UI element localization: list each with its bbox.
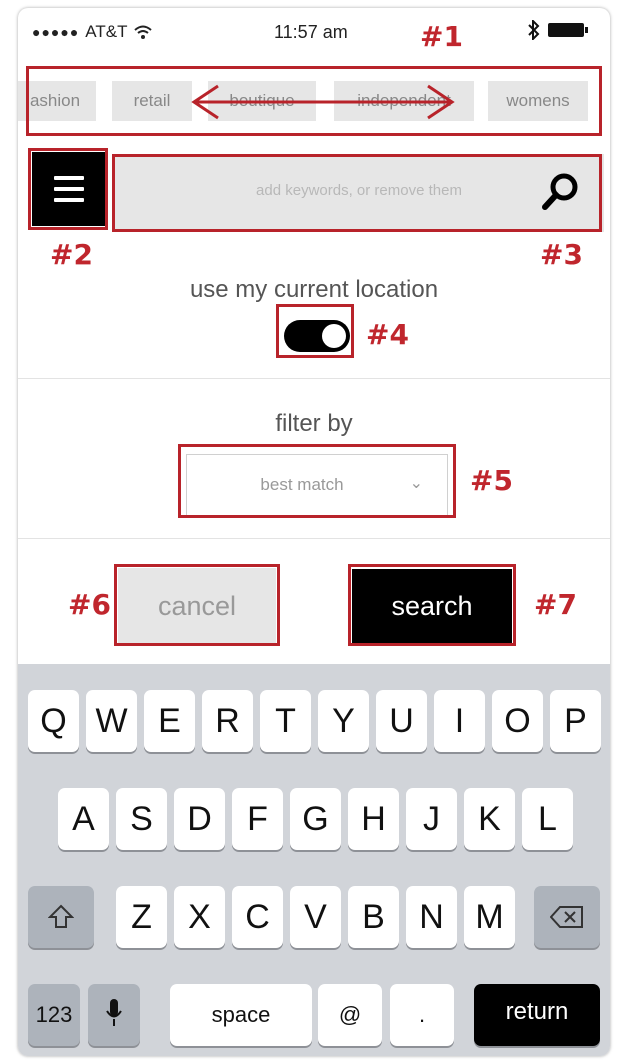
at-key[interactable]: @ bbox=[318, 984, 382, 1046]
signal-strength-icon: ●●●●● bbox=[32, 24, 80, 40]
annotation-label-4: #4 bbox=[366, 318, 409, 351]
status-bar: ●●●●● AT&T 11:57 am bbox=[18, 8, 610, 56]
numbers-key[interactable]: 123 bbox=[28, 984, 80, 1046]
key-q[interactable]: Q bbox=[28, 690, 79, 752]
key-z[interactable]: Z bbox=[116, 886, 167, 948]
key-e[interactable]: E bbox=[144, 690, 195, 752]
annotation-label-7: #7 bbox=[534, 588, 577, 621]
filter-label: filter by bbox=[275, 410, 353, 437]
key-r[interactable]: R bbox=[202, 690, 253, 752]
key-u[interactable]: U bbox=[376, 690, 427, 752]
key-d[interactable]: D bbox=[174, 788, 225, 850]
annotation-label-1: #1 bbox=[420, 20, 463, 53]
dictation-key[interactable] bbox=[88, 984, 140, 1046]
carrier-label: AT&T bbox=[85, 22, 128, 41]
key-v[interactable]: V bbox=[290, 886, 341, 948]
wifi-icon bbox=[134, 25, 153, 39]
key-h[interactable]: H bbox=[348, 788, 399, 850]
shift-key[interactable] bbox=[28, 886, 94, 948]
space-key[interactable]: space bbox=[170, 984, 312, 1046]
status-time: 11:57 am bbox=[274, 22, 348, 42]
key-t[interactable]: T bbox=[260, 690, 311, 752]
annotation-box-7 bbox=[348, 564, 516, 646]
backspace-key[interactable] bbox=[534, 886, 600, 948]
status-left: ●●●●● AT&T bbox=[32, 22, 153, 42]
key-m[interactable]: M bbox=[464, 886, 515, 948]
key-f[interactable]: F bbox=[232, 788, 283, 850]
key-l[interactable]: L bbox=[522, 788, 573, 850]
annotation-box-2 bbox=[28, 148, 108, 230]
key-p[interactable]: P bbox=[550, 690, 601, 752]
key-c[interactable]: C bbox=[232, 886, 283, 948]
key-y[interactable]: Y bbox=[318, 690, 369, 752]
key-a[interactable]: A bbox=[58, 788, 109, 850]
key-s[interactable]: S bbox=[116, 788, 167, 850]
key-n[interactable]: N bbox=[406, 886, 457, 948]
mic-icon bbox=[106, 999, 122, 1026]
annotation-box-1 bbox=[26, 66, 602, 136]
phone-screen: ●●●●● AT&T 11:57 am #1 ashion retail bou… bbox=[18, 8, 610, 1056]
annotation-label-5: #5 bbox=[470, 464, 513, 497]
key-o[interactable]: O bbox=[492, 690, 543, 752]
annotation-label-6: #6 bbox=[68, 588, 111, 621]
divider bbox=[18, 538, 610, 539]
key-w[interactable]: W bbox=[86, 690, 137, 752]
annotation-label-3: #3 bbox=[540, 238, 583, 271]
battery-icon bbox=[548, 23, 588, 37]
annotation-box-4 bbox=[276, 304, 354, 358]
key-g[interactable]: G bbox=[290, 788, 341, 850]
status-right bbox=[528, 20, 588, 40]
annotation-box-3 bbox=[112, 154, 602, 232]
backspace-icon bbox=[549, 906, 583, 928]
onscreen-keyboard: Q W E R T Y U I O P A S D F G H J K L Z … bbox=[18, 664, 610, 1056]
annotation-label-2: #2 bbox=[50, 238, 93, 271]
divider bbox=[18, 378, 610, 379]
shift-icon bbox=[47, 904, 75, 928]
key-k[interactable]: K bbox=[464, 788, 515, 850]
return-key[interactable]: return bbox=[474, 984, 600, 1046]
key-i[interactable]: I bbox=[434, 690, 485, 752]
annotation-box-5 bbox=[178, 444, 456, 518]
annotation-box-6 bbox=[114, 564, 280, 646]
key-x[interactable]: X bbox=[174, 886, 225, 948]
key-b[interactable]: B bbox=[348, 886, 399, 948]
bluetooth-icon bbox=[528, 20, 540, 40]
key-j[interactable]: J bbox=[406, 788, 457, 850]
location-label: use my current location bbox=[189, 276, 439, 303]
period-key[interactable]: . bbox=[390, 984, 454, 1046]
